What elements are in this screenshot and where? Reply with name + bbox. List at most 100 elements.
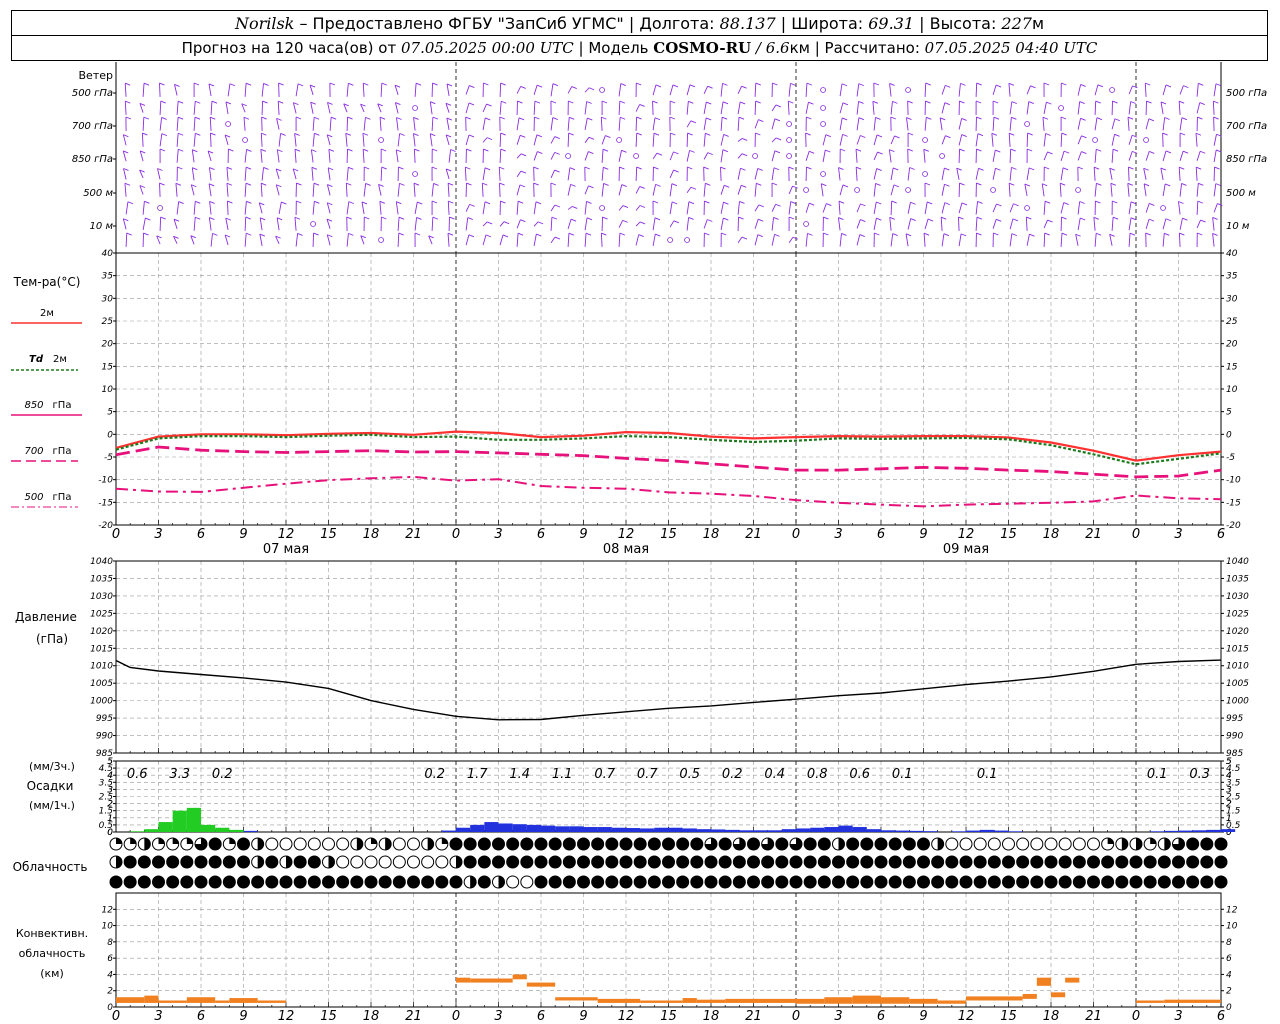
wind-barb-flag xyxy=(586,200,592,204)
wind-barb-flag xyxy=(655,183,661,187)
wind-barb xyxy=(584,151,589,161)
y-tick-label: 30 xyxy=(102,294,114,304)
wind-barb xyxy=(856,219,861,229)
wind-barb xyxy=(210,133,212,147)
wind-barb-flag xyxy=(790,201,796,204)
wind-barb xyxy=(224,234,229,246)
wind-barb xyxy=(788,201,792,215)
wind-barb xyxy=(482,137,488,143)
wind-barb-flag xyxy=(1030,85,1036,89)
wind-barb-flag xyxy=(858,101,864,104)
wind-barb-flag xyxy=(906,117,912,120)
wind-barb-flag xyxy=(806,116,812,120)
cloud-cover-symbol xyxy=(973,855,987,869)
wind-barb xyxy=(856,234,861,246)
wind-barb-flag xyxy=(790,82,796,86)
wind-barb xyxy=(992,219,997,229)
wind-barb xyxy=(516,135,521,145)
wind-barb-flag xyxy=(1026,148,1033,152)
wind-barb-flag xyxy=(432,116,439,120)
cloud-cover-symbol xyxy=(265,837,279,851)
cloud-cover-symbol xyxy=(463,855,477,869)
precip-bar xyxy=(186,807,201,832)
x-tick-label: 3 xyxy=(834,527,842,542)
x-tick-label: 0 xyxy=(452,527,460,542)
wind-barb-flag xyxy=(958,216,964,220)
wind-barb-flag xyxy=(1197,200,1203,204)
wind-barb-flag xyxy=(976,232,982,236)
wind-barb xyxy=(839,83,843,97)
y-tick-label: 1025 xyxy=(90,609,113,619)
x-tick-label: 6 xyxy=(877,1009,885,1024)
wind-barb xyxy=(1178,201,1181,215)
wind-barb xyxy=(326,184,331,196)
wind-barb-flag xyxy=(1080,84,1086,87)
wind-barb xyxy=(1026,167,1030,181)
wind-barb-flag xyxy=(977,133,984,137)
wind-barb-flag xyxy=(586,217,593,221)
wind-barb-flag xyxy=(584,166,590,170)
wind-barb-flag xyxy=(1182,150,1189,154)
wind-barb-flag xyxy=(1198,182,1204,186)
wind-barb xyxy=(941,168,945,180)
wind-barb xyxy=(1128,85,1133,95)
wind-barb xyxy=(1111,149,1114,163)
wind-barb xyxy=(703,117,707,131)
wind-barb-flag xyxy=(1149,150,1155,154)
wind-barb-flag xyxy=(601,100,608,104)
wind-barb xyxy=(1179,117,1183,131)
wind-barb xyxy=(991,133,994,147)
precip-3h-sum: 0.2 xyxy=(212,767,233,782)
wind-barb xyxy=(669,201,673,215)
calm-wind-symbol xyxy=(786,153,792,159)
wind-barb-flag xyxy=(976,148,982,152)
wind-barb-flag xyxy=(1097,84,1104,88)
wind-barb xyxy=(363,117,366,131)
wind-barb-flag xyxy=(363,82,369,86)
wind-barb xyxy=(464,167,467,181)
convective-title-2: облачность xyxy=(19,947,86,960)
wind-barb-flag xyxy=(775,104,782,108)
wind-barb-flag xyxy=(536,233,542,237)
wind-barb-flag xyxy=(1212,217,1218,220)
precip-bar xyxy=(810,827,825,832)
wind-barb-flag xyxy=(707,219,713,222)
wind-barb xyxy=(176,133,179,147)
precip-3h-sum: 0.8 xyxy=(807,767,828,782)
wind-barb-flag xyxy=(1061,216,1067,220)
wind-barb-flag xyxy=(501,100,507,104)
wind-barb-flag xyxy=(889,83,895,86)
wind-barb-flag xyxy=(568,132,574,136)
wind-barb xyxy=(125,201,129,215)
wind-barb xyxy=(958,233,962,247)
precip-bar xyxy=(144,829,159,832)
wind-barb-flag xyxy=(209,201,215,204)
wind-barb xyxy=(397,133,401,147)
x-tick-label: 9 xyxy=(579,1009,587,1024)
cloud-cover-symbol xyxy=(435,875,449,889)
cloud-cover-symbol xyxy=(435,855,449,869)
cloud-cover-symbol xyxy=(1030,837,1044,851)
cloud-cover-symbol xyxy=(747,855,760,869)
wind-barb-flag xyxy=(841,83,848,87)
cloud-cover-quarter xyxy=(441,838,448,844)
wind-barb-flag xyxy=(757,168,763,171)
convective-cloud-bar xyxy=(937,1000,966,1004)
x-tick-label: 12 xyxy=(958,1009,975,1024)
wind-barb xyxy=(567,206,573,210)
wind-barb-flag xyxy=(1061,232,1068,236)
wind-barb xyxy=(482,103,487,113)
wind-barb xyxy=(686,201,690,215)
wind-barb xyxy=(1179,183,1182,197)
cloud-cover-symbol xyxy=(817,875,831,889)
wind-barb-flag xyxy=(959,182,965,186)
cloud-cover-half xyxy=(257,856,264,868)
y-tick-label: 40 xyxy=(102,249,114,259)
wind-barb xyxy=(516,117,520,131)
wind-barb-flag xyxy=(1130,101,1136,104)
wind-barb xyxy=(260,149,263,163)
wind-barb-flag xyxy=(520,219,526,223)
cloud-cover-symbol xyxy=(392,837,406,851)
cloud-cover-symbol xyxy=(1002,875,1015,889)
wind-barb xyxy=(1009,203,1014,213)
